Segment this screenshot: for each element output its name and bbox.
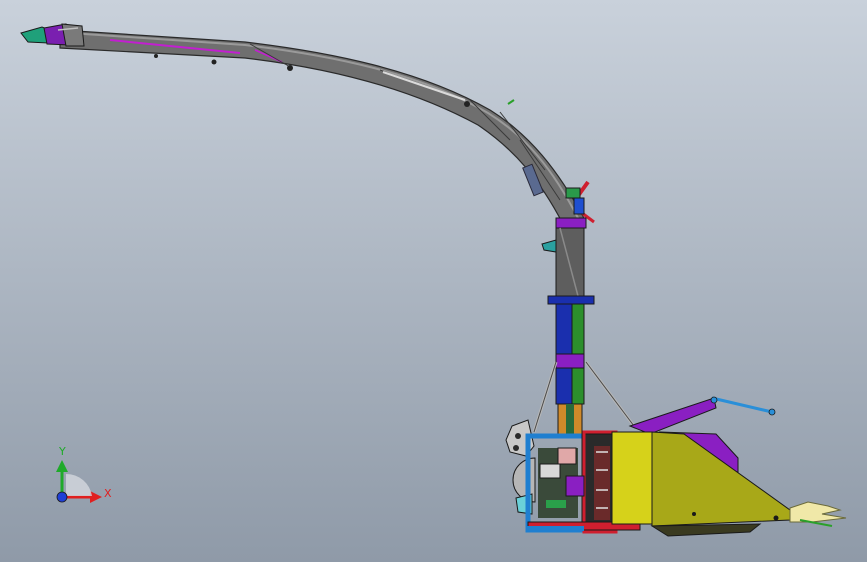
triad-x-label: X [104,487,112,500]
chute-pivot-bolt [211,59,217,65]
hopper-front-panel [611,431,653,525]
frame-green-strip [546,500,566,508]
triad-y-label: Y [58,445,66,458]
chute-pivot-bolt [287,65,293,71]
lift-tube-end [768,408,776,416]
mast-flange-upper [547,295,595,305]
frame-pink-block [557,447,577,465]
mast-collar [555,353,585,369]
gearbox-core [594,446,610,520]
chute-pivot-bolt [154,54,158,58]
swivel-motor [565,187,581,199]
swivel-ring [555,217,587,229]
hopper-bolt [692,512,696,516]
mast-base-core [566,404,574,434]
hitch-pin [515,433,521,439]
mast-mid-tube-blue [555,303,573,355]
mast-mid-tube-green [571,303,585,355]
frame-purple-block [565,475,585,497]
lift-tube-joint [710,396,718,404]
swivel-gear [573,197,585,215]
mast-lower-tube-green [571,367,585,405]
spout-hood-grey [61,23,85,47]
frame-base-blue [526,526,584,531]
triad-origin [56,491,68,503]
hopper-bolt [773,515,779,521]
cad-viewport[interactable]: Y X [0,0,867,562]
chute-pivot-bolt [464,101,470,107]
frame-gear-white [539,463,561,479]
mast-lower-tube-blue [555,367,573,405]
hitch-pin [513,445,519,451]
cad-canvas[interactable]: Y X [0,0,867,562]
